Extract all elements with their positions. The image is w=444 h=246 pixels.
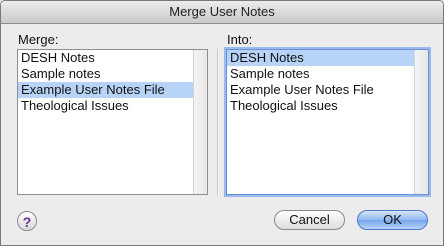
dialog-title: Merge User Notes (1, 1, 443, 24)
merge-list-scrollbar[interactable] (193, 50, 207, 194)
merge-list-item-selected[interactable]: Example User Notes File (18, 82, 207, 98)
into-list-item-selected[interactable]: DESH Notes (227, 50, 428, 66)
into-list-item[interactable]: Sample notes (227, 66, 428, 82)
merge-list-item[interactable]: Sample notes (18, 66, 207, 82)
into-list-item[interactable]: Theological Issues (227, 98, 428, 114)
into-list[interactable]: DESH Notes Sample notes Example User Not… (226, 49, 429, 195)
ok-button[interactable]: OK (357, 210, 428, 230)
help-icon[interactable]: ? (17, 211, 37, 231)
cancel-button[interactable]: Cancel (274, 210, 345, 230)
column-divider (217, 49, 219, 195)
merge-list-item[interactable]: DESH Notes (18, 50, 207, 66)
merge-list-item[interactable]: Theological Issues (18, 98, 207, 114)
merge-list[interactable]: DESH Notes Sample notes Example User Not… (17, 49, 208, 195)
into-list-scrollbar[interactable] (414, 50, 428, 194)
into-label: Into: (227, 32, 253, 47)
merge-user-notes-dialog: Merge User Notes Merge: DESH Notes Sampl… (0, 0, 444, 246)
into-list-item[interactable]: Example User Notes File (227, 82, 428, 98)
merge-label: Merge: (18, 32, 59, 47)
